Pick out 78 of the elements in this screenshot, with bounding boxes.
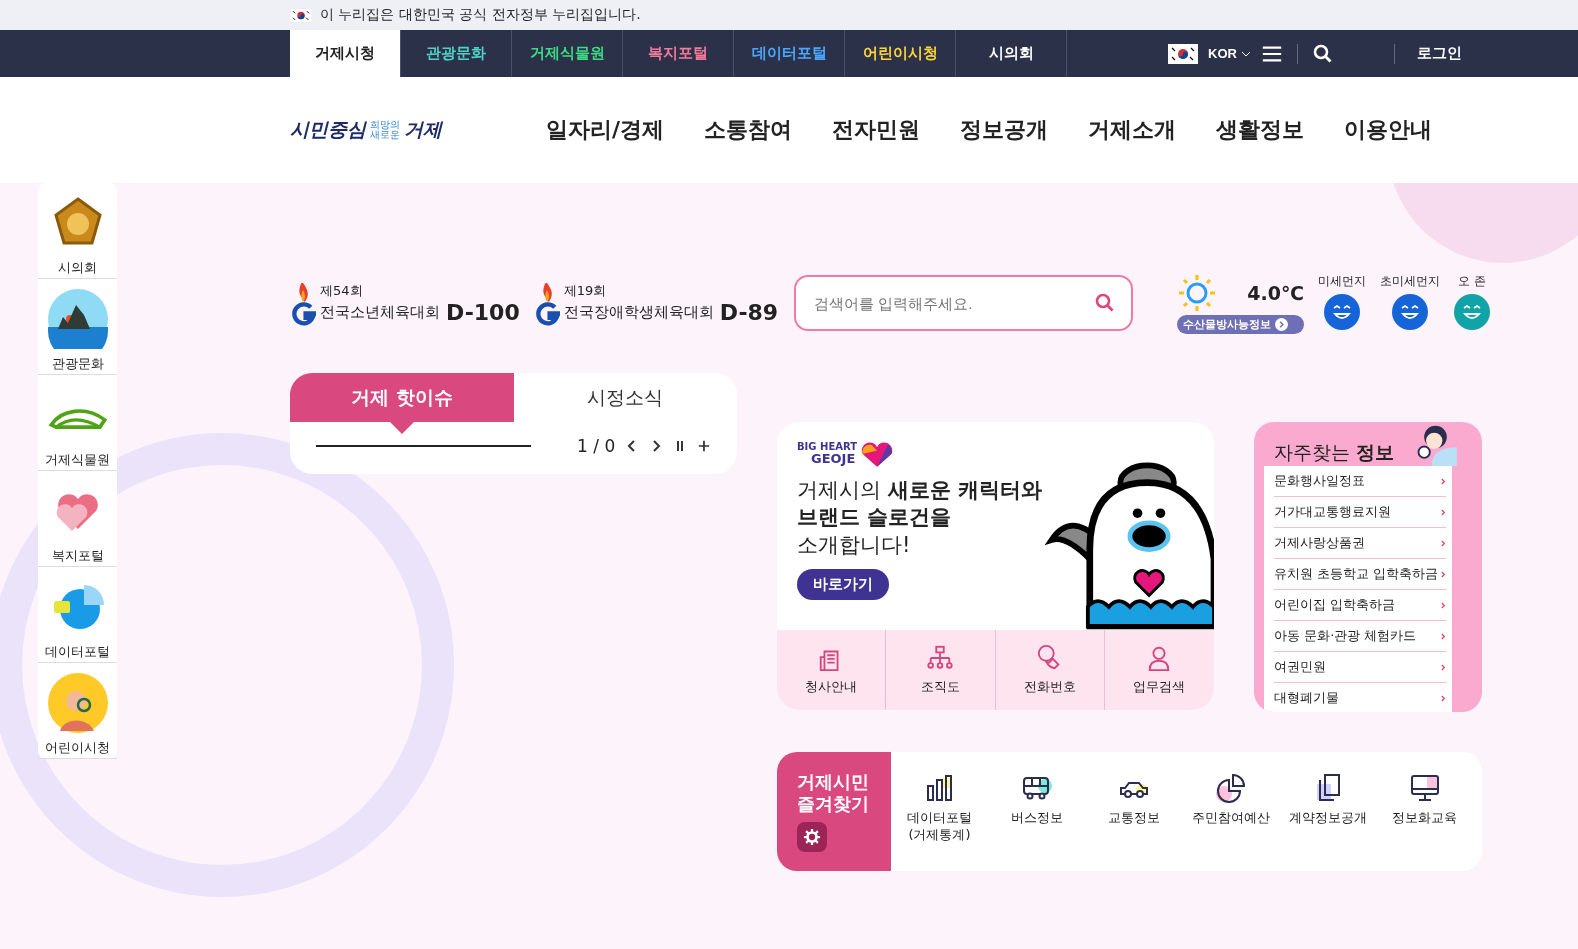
frequent-info-link[interactable]: 아동 문화·관광 체험카드 — [1274, 627, 1417, 645]
org-chart-icon — [926, 644, 955, 672]
radiation-info-badge[interactable]: 수산물방사능정보 — [1177, 314, 1304, 334]
chevron-right-icon — [1275, 318, 1289, 331]
air-quality-label: 오 존 — [1458, 272, 1486, 290]
favorite-link[interactable]: 데이터포털 (거제통계) — [891, 772, 988, 844]
frequent-info-link[interactable]: 거제사랑상품권 — [1274, 534, 1365, 552]
air-quality-label: 미세먼지 — [1318, 272, 1366, 290]
main-menu-item[interactable]: 소통참여 — [704, 115, 793, 145]
chevron-icon — [1441, 539, 1446, 547]
quick-menu-item[interactable]: 거제식물원 — [38, 375, 117, 471]
quick-menu-item[interactable]: 데이터포털 — [38, 567, 117, 663]
main-menu-item[interactable]: 일자리/경제 — [546, 115, 665, 145]
favorites-title: 거제시민 즐겨찾기 — [797, 770, 870, 815]
main-menu-item[interactable]: 전자민원 — [832, 115, 921, 145]
island-icon — [47, 289, 108, 349]
event-name: 전국장애학생체육대회 — [563, 302, 714, 322]
shortcut-link[interactable]: 업무검색 — [1104, 630, 1214, 710]
gear-icon — [803, 828, 821, 847]
chevron-icon — [1441, 477, 1446, 485]
frequent-info-link[interactable]: 문화행사일정표 — [1274, 472, 1365, 490]
favorite-link[interactable]: 교통정보 — [1085, 772, 1182, 827]
gov-notice: 이 누리집은 대한민국 공식 전자정부 누리집입니다. — [320, 6, 641, 24]
event-name: 전국소년체육대회 — [320, 302, 440, 322]
shortcut-button[interactable]: 바로가기 — [797, 568, 889, 600]
frequent-info-link[interactable]: 거가대교통행료지원 — [1274, 503, 1391, 521]
chevron-down-icon — [1241, 50, 1251, 57]
favorite-link[interactable]: 버스정보 — [988, 772, 1085, 827]
menu-icon[interactable] — [1261, 43, 1283, 64]
main-menu-item[interactable]: 정보공개 — [960, 115, 1049, 145]
brand-logo: BIG HEART GEOJE — [797, 442, 859, 465]
chevron-icon — [1441, 508, 1446, 516]
login-link[interactable]: 로그인 — [1417, 44, 1462, 63]
chevron-icon — [1441, 601, 1446, 609]
air-quality-label: 초미세먼지 — [1380, 272, 1440, 290]
search-box[interactable]: 검색어를 입력해주세요. — [794, 275, 1134, 331]
frequent-info-link[interactable]: 어린이집 입학축하금 — [1274, 596, 1396, 614]
flag-icon — [290, 7, 312, 23]
shortcut-link[interactable]: 청사안내 — [777, 630, 887, 710]
flag-icon — [1168, 43, 1199, 64]
chevron-icon — [1441, 663, 1446, 671]
chevron-icon — [1441, 570, 1446, 578]
news-tab[interactable]: 거제 핫이슈 — [290, 373, 514, 422]
frequent-info-link[interactable]: 유치원 초등학교 입학축하금 — [1274, 565, 1439, 583]
main-menu-item[interactable]: 이용안내 — [1344, 115, 1433, 145]
search-icon[interactable] — [1312, 43, 1334, 64]
plus-icon[interactable] — [697, 438, 711, 454]
quick-menu-item[interactable]: 복지포털 — [38, 471, 117, 567]
settings-button[interactable] — [797, 822, 827, 853]
panel-title: 자주찾는 정보 — [1274, 440, 1395, 465]
language-select[interactable]: KOR — [1208, 46, 1251, 61]
frequent-info-link[interactable]: 대형폐기물 — [1274, 689, 1339, 707]
pie-chart-icon — [1214, 772, 1247, 804]
d-day-counter: D-89 — [719, 299, 779, 325]
favorite-link[interactable]: 계약정보공개 — [1279, 772, 1376, 827]
event-edition: 제19회 — [563, 281, 608, 300]
temperature-reading: 4.0℃ — [1247, 281, 1304, 304]
child-icon — [47, 673, 108, 733]
favorite-link[interactable]: 정보화교육 — [1376, 772, 1473, 827]
frequent-info-link[interactable]: 여권민원 — [1274, 658, 1326, 676]
banner-headline: 거제시의 새로운 캐릭터와 브랜드 슬로건을 소개합니다! — [797, 477, 1042, 559]
event-edition: 제54회 — [320, 281, 364, 300]
quick-menu-item[interactable]: 어린이시청 — [38, 663, 117, 759]
shortcut-link[interactable]: 조직도 — [886, 630, 996, 710]
slide-counter: 1 / 0 — [577, 436, 616, 456]
favorite-link[interactable]: 주민참여예산 — [1182, 772, 1279, 827]
chevron-icon — [1441, 632, 1446, 640]
shortcut-link[interactable]: 전화번호 — [995, 630, 1105, 710]
search-field[interactable]: 검색어를 입력해주세요. — [812, 293, 1096, 313]
chevron-icon — [1441, 694, 1446, 702]
site-tab[interactable]: 거제시청 — [290, 30, 401, 77]
quick-menu-item[interactable]: 관광문화 — [38, 279, 117, 375]
main-menu-item[interactable]: 거제소개 — [1088, 115, 1177, 145]
main-menu-item[interactable]: 생활정보 — [1216, 115, 1305, 145]
d-day-counter: D-100 — [446, 299, 520, 325]
sun-icon — [1177, 272, 1218, 313]
monitor-icon — [1408, 772, 1441, 804]
quick-menu-item[interactable]: 시의회 — [38, 183, 117, 279]
